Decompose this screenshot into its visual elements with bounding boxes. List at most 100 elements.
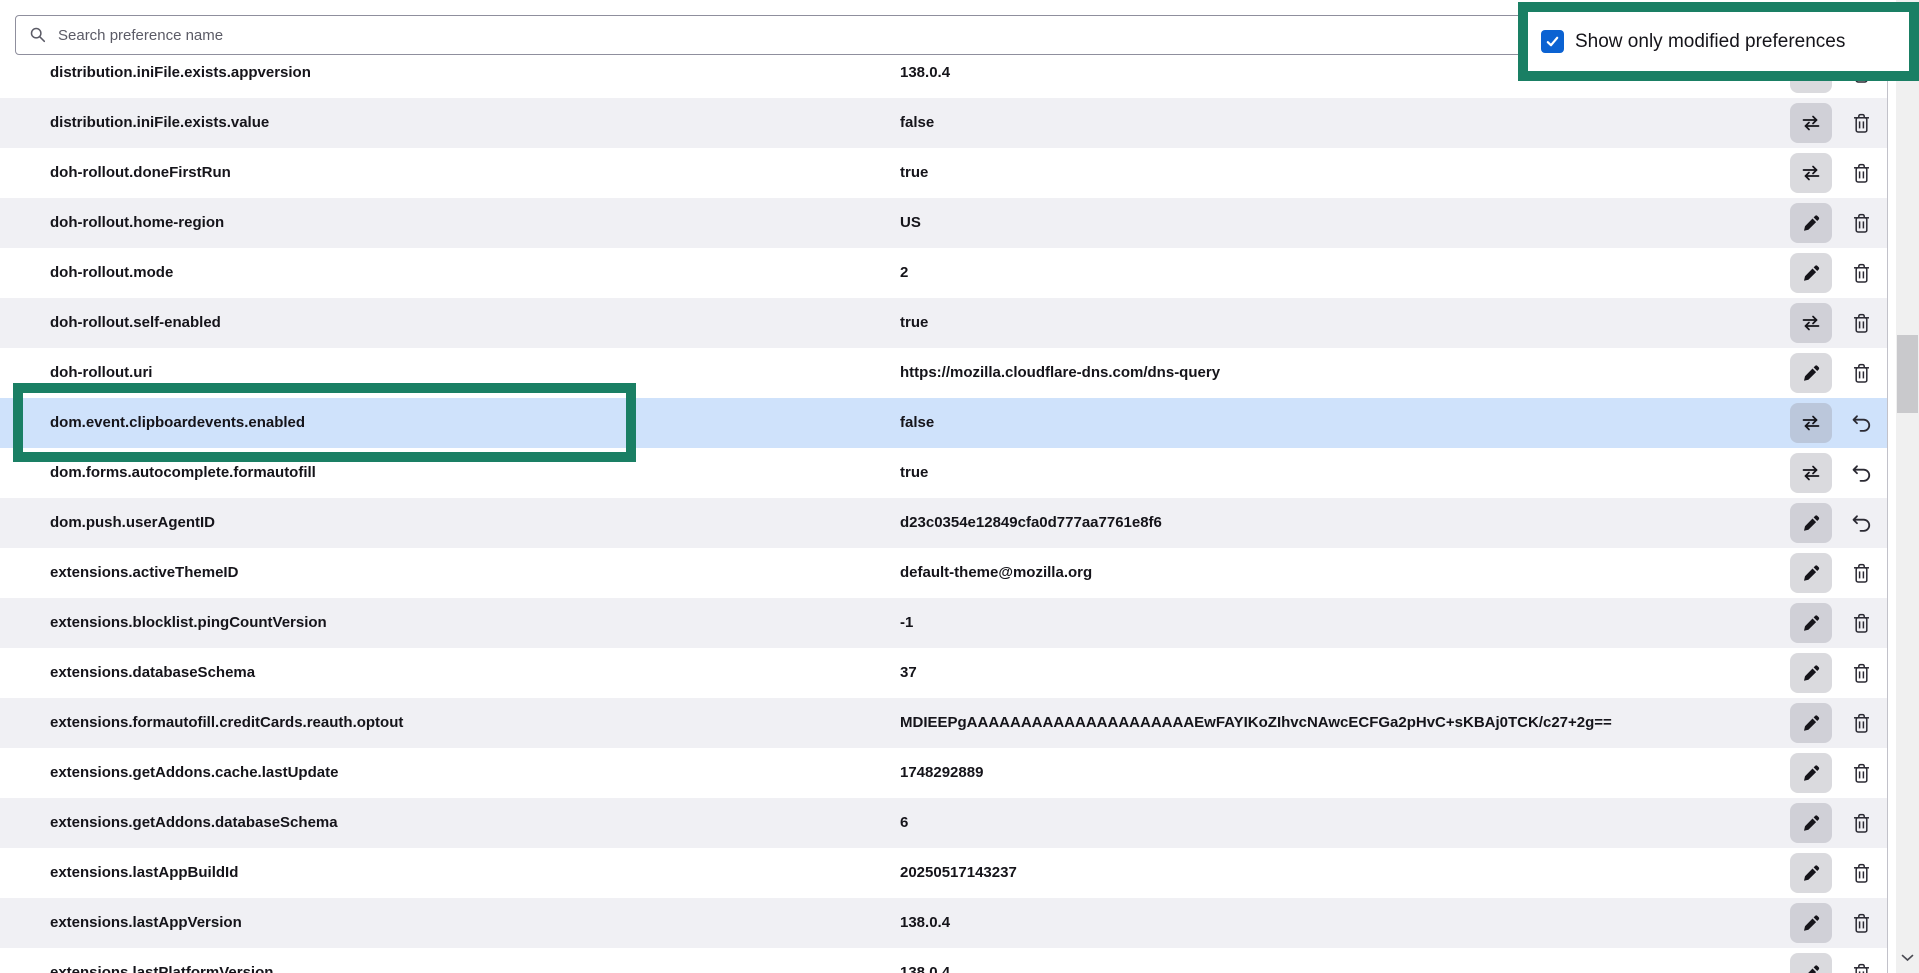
edit-button[interactable] <box>1790 753 1832 793</box>
delete-button[interactable] <box>1842 804 1880 842</box>
pref-row[interactable]: dom.event.clipboardevents.enabledfalse <box>0 398 1887 448</box>
pref-name: doh-rollout.uri <box>50 348 152 398</box>
pref-value: 1748292889 <box>900 748 983 798</box>
toggle-button[interactable] <box>1790 303 1832 343</box>
edit-button[interactable] <box>1790 803 1832 843</box>
pref-row[interactable]: doh-rollout.doneFirstRuntrue <box>0 148 1887 198</box>
edit-button[interactable] <box>1790 203 1832 243</box>
pref-value: true <box>900 448 928 498</box>
edit-button[interactable] <box>1790 603 1832 643</box>
delete-button[interactable] <box>1842 654 1880 692</box>
edit-button[interactable] <box>1790 353 1832 393</box>
pref-row[interactable]: doh-rollout.self-enabled true <box>0 298 1887 348</box>
pencil-icon <box>1802 964 1820 973</box>
show-only-modified-checkbox[interactable] <box>1541 30 1564 53</box>
trash-icon <box>1852 763 1871 784</box>
pref-value: 2 <box>900 248 908 298</box>
undo-icon <box>1851 414 1872 432</box>
trash-icon <box>1852 163 1871 184</box>
edit-button[interactable] <box>1790 853 1832 893</box>
pref-value: -1 <box>900 598 913 648</box>
pref-value: true <box>900 298 928 348</box>
pref-name: extensions.lastAppVersion <box>50 898 242 948</box>
delete-button[interactable] <box>1842 554 1880 592</box>
pencil-icon <box>1802 914 1820 932</box>
delete-button[interactable] <box>1842 904 1880 942</box>
toggle-button[interactable] <box>1790 403 1832 443</box>
vertical-scrollbar[interactable] <box>1896 0 1919 973</box>
trash-icon <box>1852 663 1871 684</box>
trash-icon <box>1852 563 1871 584</box>
edit-button[interactable] <box>1790 903 1832 943</box>
trash-icon <box>1852 913 1871 934</box>
pref-name: doh-rollout.mode <box>50 248 173 298</box>
pref-name: doh-rollout.self-enabled <box>50 298 221 348</box>
undo-button[interactable] <box>1842 404 1880 442</box>
pref-value: 138.0.4 <box>900 948 950 973</box>
delete-button[interactable] <box>1842 754 1880 792</box>
edit-button[interactable] <box>1790 503 1832 543</box>
toggle-button[interactable] <box>1790 103 1832 143</box>
pref-row[interactable]: extensions.blocklist.pingCountVersion-1 <box>0 598 1887 648</box>
pref-row[interactable]: dom.push.userAgentID d23c0354e12849cfa0d7… <box>0 498 1887 548</box>
toggle-arrows-icon <box>1801 415 1821 431</box>
delete-button[interactable] <box>1842 954 1880 973</box>
delete-button[interactable] <box>1842 304 1880 342</box>
pref-row[interactable]: extensions.lastAppBuildId20250517143237 <box>0 848 1887 898</box>
delete-button[interactable] <box>1842 704 1880 742</box>
trash-icon <box>1852 713 1871 734</box>
delete-button[interactable] <box>1842 204 1880 242</box>
pref-row[interactable]: extensions.activeThemeIDdefault-theme@mo… <box>0 548 1887 598</box>
pref-name: dom.forms.autocomplete.formautofill <box>50 448 316 498</box>
pref-row[interactable]: extensions.getAddons.cache.lastUpdate174… <box>0 748 1887 798</box>
delete-button[interactable] <box>1842 354 1880 392</box>
pref-row[interactable]: distribution.iniFile.exists.valuefalse <box>0 98 1887 148</box>
edit-button[interactable] <box>1790 553 1832 593</box>
pref-row[interactable]: extensions.getAddons.databaseSchema6 <box>0 798 1887 848</box>
pref-row[interactable]: extensions.formautofill.creditCards.reau… <box>0 698 1887 748</box>
pencil-icon <box>1802 514 1820 532</box>
pref-name: extensions.formautofill.creditCards.reau… <box>50 698 403 748</box>
pref-name: extensions.lastAppBuildId <box>50 848 238 898</box>
pref-row[interactable]: dom.forms.autocomplete.formautofill true <box>0 448 1887 498</box>
pref-row[interactable]: doh-rollout.urihttps://mozilla.cloudflar… <box>0 348 1887 398</box>
pref-row[interactable]: extensions.lastAppVersion 138.0.4 <box>0 898 1887 948</box>
trash-icon <box>1852 213 1871 234</box>
pref-name: distribution.iniFile.exists.appversion <box>50 48 311 98</box>
edit-button[interactable] <box>1790 653 1832 693</box>
pref-row[interactable]: extensions.databaseSchema37 <box>0 648 1887 698</box>
delete-button[interactable] <box>1842 254 1880 292</box>
pencil-icon <box>1802 814 1820 832</box>
edit-button[interactable] <box>1790 253 1832 293</box>
delete-button[interactable] <box>1842 604 1880 642</box>
pencil-icon <box>1802 764 1820 782</box>
pencil-icon <box>1802 864 1820 882</box>
toggle-button[interactable] <box>1790 153 1832 193</box>
trash-icon <box>1852 813 1871 834</box>
pref-row[interactable]: doh-rollout.mode 2 <box>0 248 1887 298</box>
delete-button[interactable] <box>1842 104 1880 142</box>
pref-row[interactable]: doh-rollout.home-regionUS <box>0 198 1887 248</box>
undo-icon <box>1851 464 1872 482</box>
undo-button[interactable] <box>1842 504 1880 542</box>
edit-button[interactable] <box>1790 703 1832 743</box>
pref-value: MDIEEPgAAAAAAAAAAAAAAAAAAAAAEwFAYIKoZIhv… <box>900 698 1612 748</box>
edit-button[interactable] <box>1790 953 1832 973</box>
pref-name: extensions.getAddons.databaseSchema <box>50 798 338 848</box>
scrollbar-thumb[interactable] <box>1897 335 1918 413</box>
pref-value: 138.0.4 <box>900 898 950 948</box>
pref-row[interactable]: extensions.lastPlatformVersion138.0.4 <box>0 948 1887 973</box>
delete-button[interactable] <box>1842 154 1880 192</box>
delete-button[interactable] <box>1842 854 1880 892</box>
pref-name: dom.push.userAgentID <box>50 498 215 548</box>
undo-button[interactable] <box>1842 454 1880 492</box>
toggle-arrows-icon <box>1801 165 1821 181</box>
scrollbar-down-icon[interactable] <box>1901 954 1914 962</box>
pref-name: dom.event.clipboardevents.enabled <box>50 398 305 448</box>
pref-name: distribution.iniFile.exists.value <box>50 98 269 148</box>
toggle-button[interactable] <box>1790 453 1832 493</box>
pref-value: d23c0354e12849cfa0d777aa7761e8f6 <box>900 498 1162 548</box>
pencil-icon <box>1802 664 1820 682</box>
trash-icon <box>1852 863 1871 884</box>
pencil-icon <box>1802 614 1820 632</box>
